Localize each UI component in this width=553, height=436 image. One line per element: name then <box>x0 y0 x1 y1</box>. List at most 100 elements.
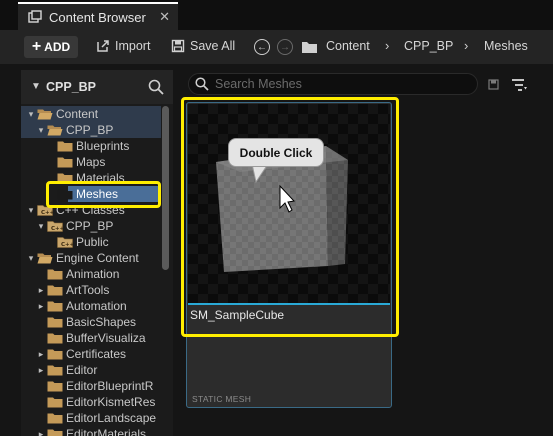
tree-item-label: Blueprints <box>76 139 130 153</box>
svg-text:C++: C++ <box>61 242 73 248</box>
breadcrumb-meshes[interactable]: Meshes <box>484 39 528 53</box>
tree-item-label: EditorKismetRes <box>66 395 156 409</box>
tree-item-label: CPP_BP <box>66 123 114 137</box>
cpp-folder-icon: C++ <box>57 236 75 248</box>
chevron-down-icon[interactable]: ▼ <box>31 81 41 92</box>
add-label: ADD <box>44 40 71 54</box>
tree-item-public[interactable]: C++ Public <box>21 234 163 250</box>
tree-item-label: EditorLandscape <box>66 411 157 425</box>
tree-item-certificates[interactable]: ▸ Certificates <box>21 346 163 362</box>
tree-item-label: EditorBlueprintR <box>66 379 154 393</box>
chevron-right-icon[interactable]: ▸ <box>36 349 46 360</box>
search-input[interactable] <box>215 76 470 92</box>
tree-item-blueprints[interactable]: Blueprints <box>21 138 163 154</box>
folder-icon <box>47 284 63 296</box>
folder-open-icon <box>47 124 63 136</box>
save-all-label: Save All <box>190 39 236 53</box>
svg-text:C++: C++ <box>51 226 63 232</box>
svg-text:C++: C++ <box>41 210 53 216</box>
folder-tree: ▾ Content ▾ CPP_BP Blueprints Maps Materials Me… <box>21 106 163 436</box>
tree-item-label: Animation <box>66 267 120 281</box>
chevron-down-icon[interactable]: ▾ <box>36 125 46 136</box>
tree-item-editor[interactable]: ▸ Editor <box>21 362 163 378</box>
scrollbar-thumb[interactable] <box>162 106 169 270</box>
chevron-right-icon[interactable]: › <box>385 38 389 53</box>
back-arrow-icon[interactable]: ← <box>254 39 270 55</box>
tree-item-animation[interactable]: Animation <box>21 266 163 282</box>
forward-arrow-icon[interactable]: → <box>277 39 293 55</box>
save-icon <box>171 39 185 53</box>
tree-item-content[interactable]: ▾ Content <box>21 106 163 122</box>
folder-open-icon <box>37 252 53 264</box>
filter-icon[interactable] <box>511 77 529 93</box>
tree-item-automation[interactable]: ▸ Automation <box>21 298 163 314</box>
tree-item-maps[interactable]: Maps <box>21 154 163 170</box>
toolbar: + ADD Import Save All ← → Content › CPP_… <box>0 30 553 64</box>
chevron-right-icon[interactable]: ▸ <box>36 301 46 312</box>
tree-item-label: EditorMaterials <box>66 427 147 436</box>
sources-header[interactable]: ▼ CPP_BP <box>21 70 173 104</box>
folder-icon <box>47 428 63 436</box>
tree-item-engine-content[interactable]: ▾ Engine Content <box>21 250 163 266</box>
cpp-folder-icon: C++ <box>47 220 65 232</box>
search-icon[interactable] <box>148 79 164 95</box>
breadcrumb-content[interactable]: Content <box>326 39 370 53</box>
import-button[interactable]: Import <box>96 39 150 53</box>
save-all-button[interactable]: Save All <box>171 39 235 53</box>
folder-icon <box>47 364 63 376</box>
tree-item-editorblueprintr[interactable]: EditorBlueprintR <box>21 378 163 394</box>
breadcrumb-cpp-bp[interactable]: CPP_BP <box>404 39 453 53</box>
tree-item-basicshapes[interactable]: BasicShapes <box>21 314 163 330</box>
tree-item-label: BufferVisualiza <box>66 331 146 345</box>
tree-item-label: Certificates <box>66 347 127 361</box>
search-icon <box>195 77 209 91</box>
tree-item-label: BasicShapes <box>66 315 137 329</box>
folder-icon <box>47 316 63 328</box>
tree-item-cpp-bp[interactable]: ▾ C++ CPP_BP <box>21 218 163 234</box>
tree-item-label: Content <box>56 107 99 121</box>
tree-item-editorkismetres[interactable]: EditorKismetRes <box>21 394 163 410</box>
folder-open-icon <box>37 108 53 120</box>
folder-icon <box>47 300 63 312</box>
tree-item-label: Public <box>76 235 109 249</box>
tab-content-browser[interactable]: Content Browser ✕ <box>18 2 178 30</box>
search-box[interactable] <box>188 73 478 95</box>
folder-icon <box>47 412 63 424</box>
folder-icon <box>47 332 63 344</box>
import-icon <box>97 40 109 52</box>
sources-title: CPP_BP <box>46 80 97 94</box>
content-browser-icon <box>28 10 42 23</box>
asset-highlight-box <box>181 97 399 337</box>
tab-bar: Content Browser ✕ <box>0 0 553 30</box>
tree-item-arttools[interactable]: ▸ ArtTools <box>21 282 163 298</box>
folder-icon <box>57 140 73 152</box>
folder-icon <box>47 268 63 280</box>
asset-type: STATIC MESH <box>192 394 252 404</box>
plus-icon: + <box>31 38 42 55</box>
save-search-icon[interactable] <box>488 79 499 90</box>
tree-item-editorlandscape[interactable]: EditorLandscape <box>21 410 163 426</box>
folder-icon <box>47 396 63 408</box>
tree-item-editormaterials[interactable]: ▸ EditorMaterials <box>21 426 163 436</box>
tree-item-label: Editor <box>66 363 98 377</box>
chevron-down-icon[interactable]: ▾ <box>26 253 36 264</box>
close-icon[interactable]: ✕ <box>159 9 170 25</box>
chevron-down-icon[interactable]: ▾ <box>36 221 46 232</box>
chevron-right-icon[interactable]: ▸ <box>36 285 46 296</box>
chevron-right-icon[interactable]: › <box>464 38 468 53</box>
folder-icon <box>57 156 73 168</box>
tree-item-label: Engine Content <box>56 251 139 265</box>
meshes-highlight-box <box>46 181 161 208</box>
import-label: Import <box>115 39 151 53</box>
tree-item-label: CPP_BP <box>66 219 114 233</box>
add-button[interactable]: + ADD <box>24 36 78 58</box>
chevron-down-icon[interactable]: ▾ <box>26 109 36 120</box>
tab-title: Content Browser <box>49 9 146 25</box>
chevron-right-icon[interactable]: ▸ <box>36 365 46 376</box>
tree-item-label: ArtTools <box>66 283 110 297</box>
tree-item-cpp-bp[interactable]: ▾ CPP_BP <box>21 122 163 138</box>
chevron-down-icon[interactable]: ▾ <box>26 205 36 216</box>
tree-item-buffervisualiza[interactable]: BufferVisualiza <box>21 330 163 346</box>
chevron-right-icon[interactable]: ▸ <box>36 429 46 436</box>
tree-item-label: Maps <box>76 155 106 169</box>
